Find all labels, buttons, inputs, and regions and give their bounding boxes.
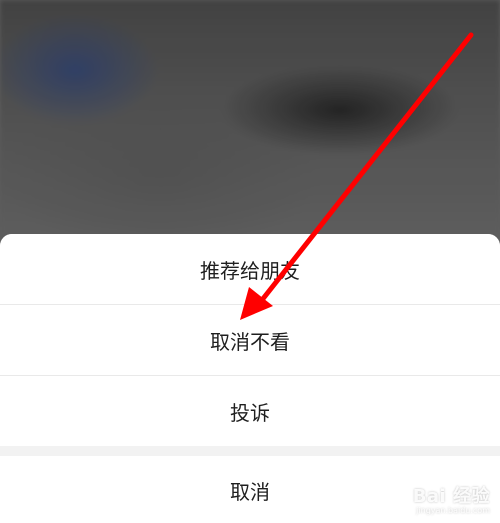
report-label: 投诉 [230,400,270,425]
cancel-label: 取消 [230,479,270,504]
recommend-to-friend-button[interactable]: 推荐给朋友 [0,234,500,304]
cancel-button[interactable]: 取消 [0,456,500,523]
report-button[interactable]: 投诉 [0,376,500,446]
recommend-to-friend-label: 推荐给朋友 [200,258,300,283]
section-gap [0,446,500,456]
action-sheet: 推荐给朋友 取消不看 投诉 取消 [0,234,500,523]
stop-watching-button[interactable]: 取消不看 [0,305,500,375]
stop-watching-label: 取消不看 [210,329,290,354]
